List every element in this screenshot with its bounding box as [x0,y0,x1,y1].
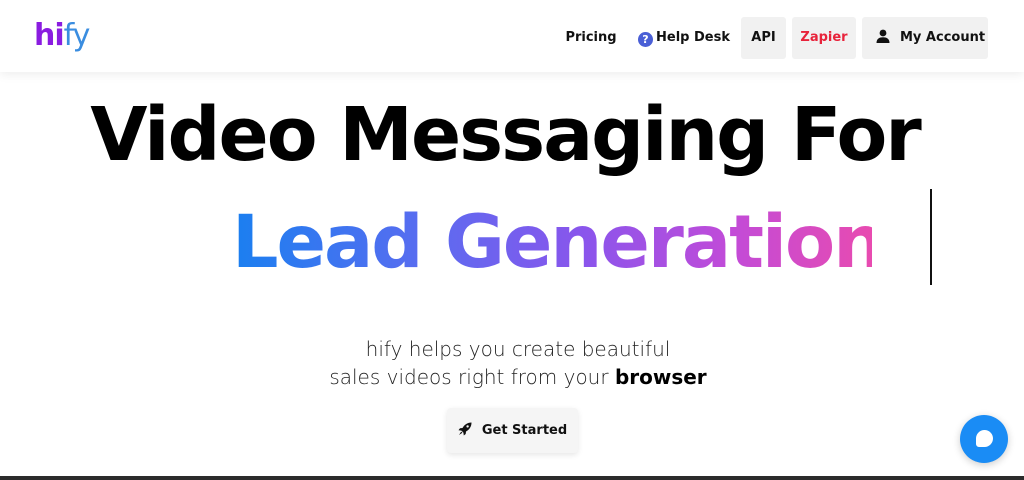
nav-api-button[interactable]: API [741,17,786,59]
my-account-button[interactable]: My Account [862,17,988,59]
subtitle-bold-browser: browser [614,365,707,389]
nav-api-label: API [751,30,776,45]
user-icon [876,29,890,43]
my-account-label: My Account [900,30,986,45]
question-circle-icon: ? [638,32,653,47]
get-started-button[interactable]: Get Started [447,408,578,453]
hero-headline: Video Messaging For [90,92,922,178]
hify-logo[interactable]: hify [34,16,91,56]
top-navigation-bar: hify Pricing ? Help Desk API Zapier My Ac… [0,0,1024,72]
subtitle-line-2: sales videos right from your browser [0,363,1024,391]
nav-pricing-link[interactable]: Pricing [558,17,624,59]
subtitle-line-1: hify helps you create beautiful [365,337,671,361]
get-started-label: Get Started [481,423,568,438]
typing-cursor [930,189,932,285]
logo-hi: hi [34,18,65,53]
chat-launcher-button[interactable] [960,415,1008,463]
rocket-icon [458,422,472,436]
hero-subtitle: hify helps you create beautiful sales vi… [0,335,1024,391]
nav-zapier-label: Zapier [800,30,848,45]
hero-headline-gradient: Lead Generation [232,200,885,285]
nav-help-desk-label: Help Desk [656,30,730,45]
nav-zapier-button[interactable]: Zapier [792,17,856,59]
nav-pricing-label: Pricing [565,30,617,45]
bottom-edge-strip [0,476,1024,480]
logo-fy: fy [63,18,91,53]
chat-bubble-icon [976,430,993,447]
nav-help-desk-link[interactable]: ? Help Desk [638,17,730,59]
subtitle-line-2-text: sales videos right from your [329,365,615,389]
